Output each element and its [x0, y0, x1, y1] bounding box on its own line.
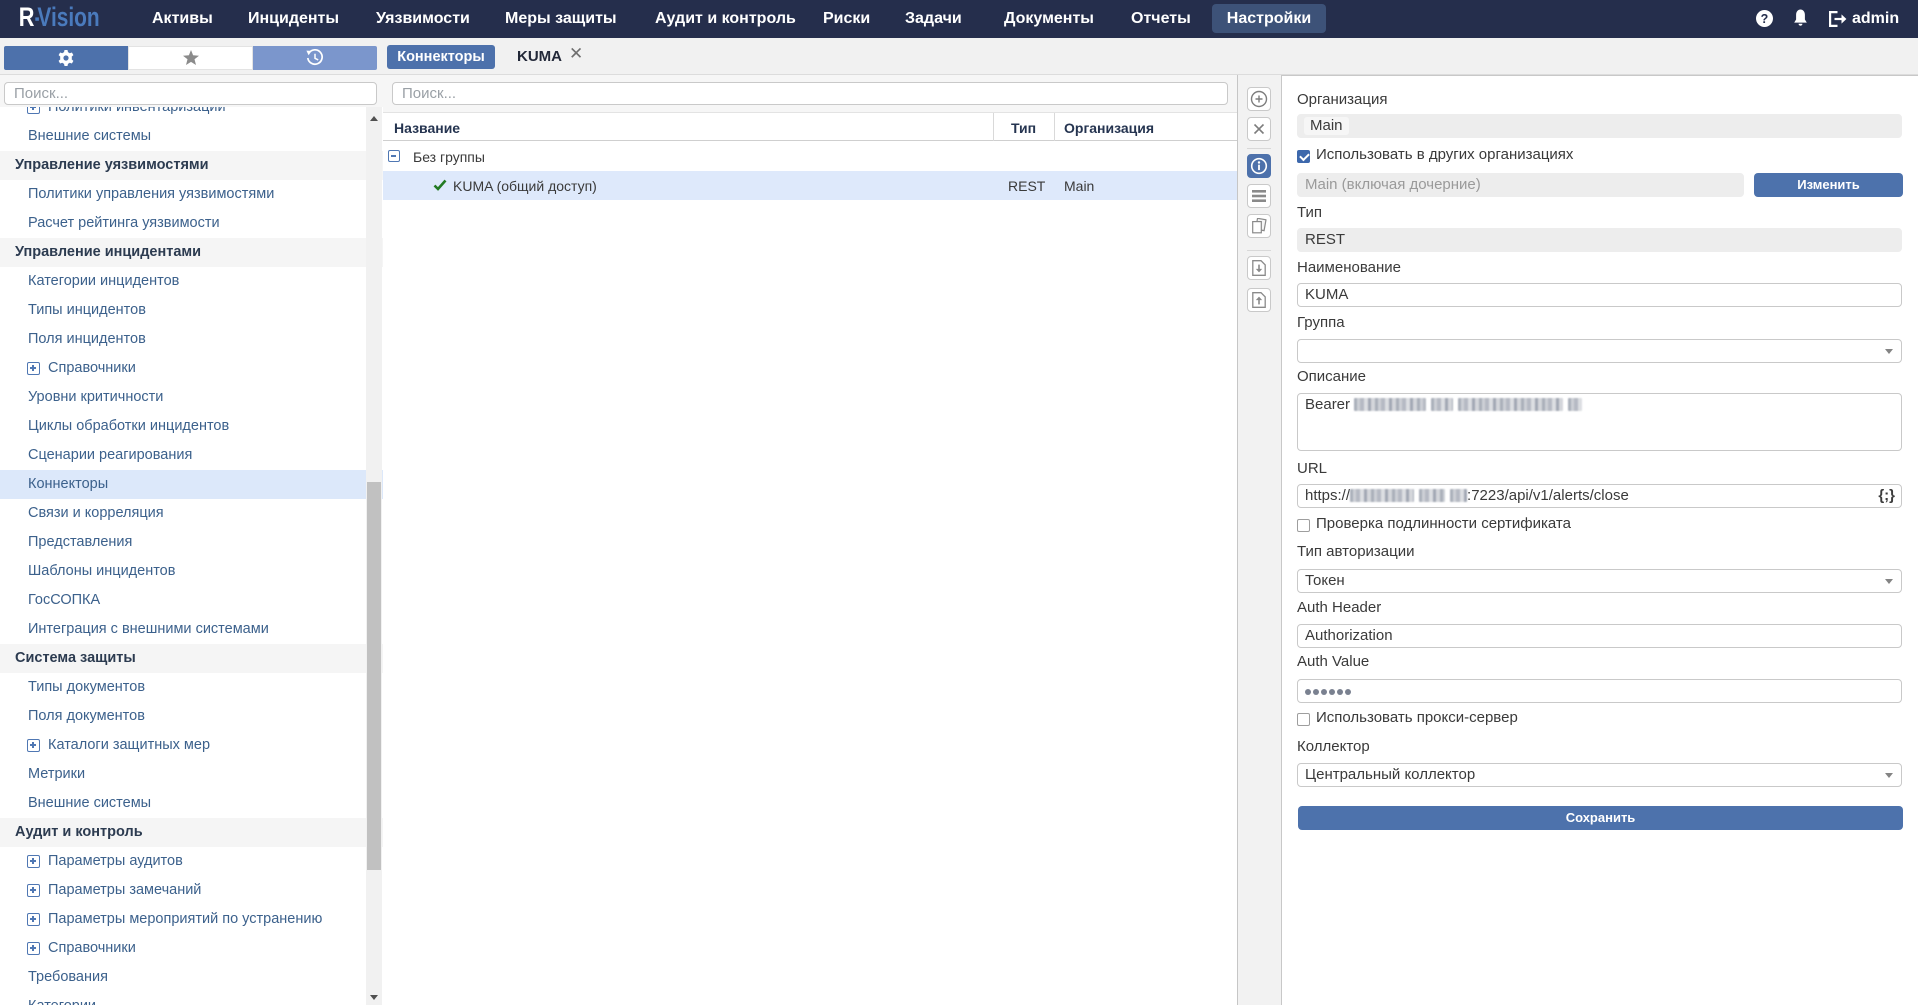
svg-text:R: R — [19, 2, 35, 32]
svg-text:Vision: Vision — [37, 2, 99, 32]
svg-text:?: ? — [1761, 12, 1769, 26]
